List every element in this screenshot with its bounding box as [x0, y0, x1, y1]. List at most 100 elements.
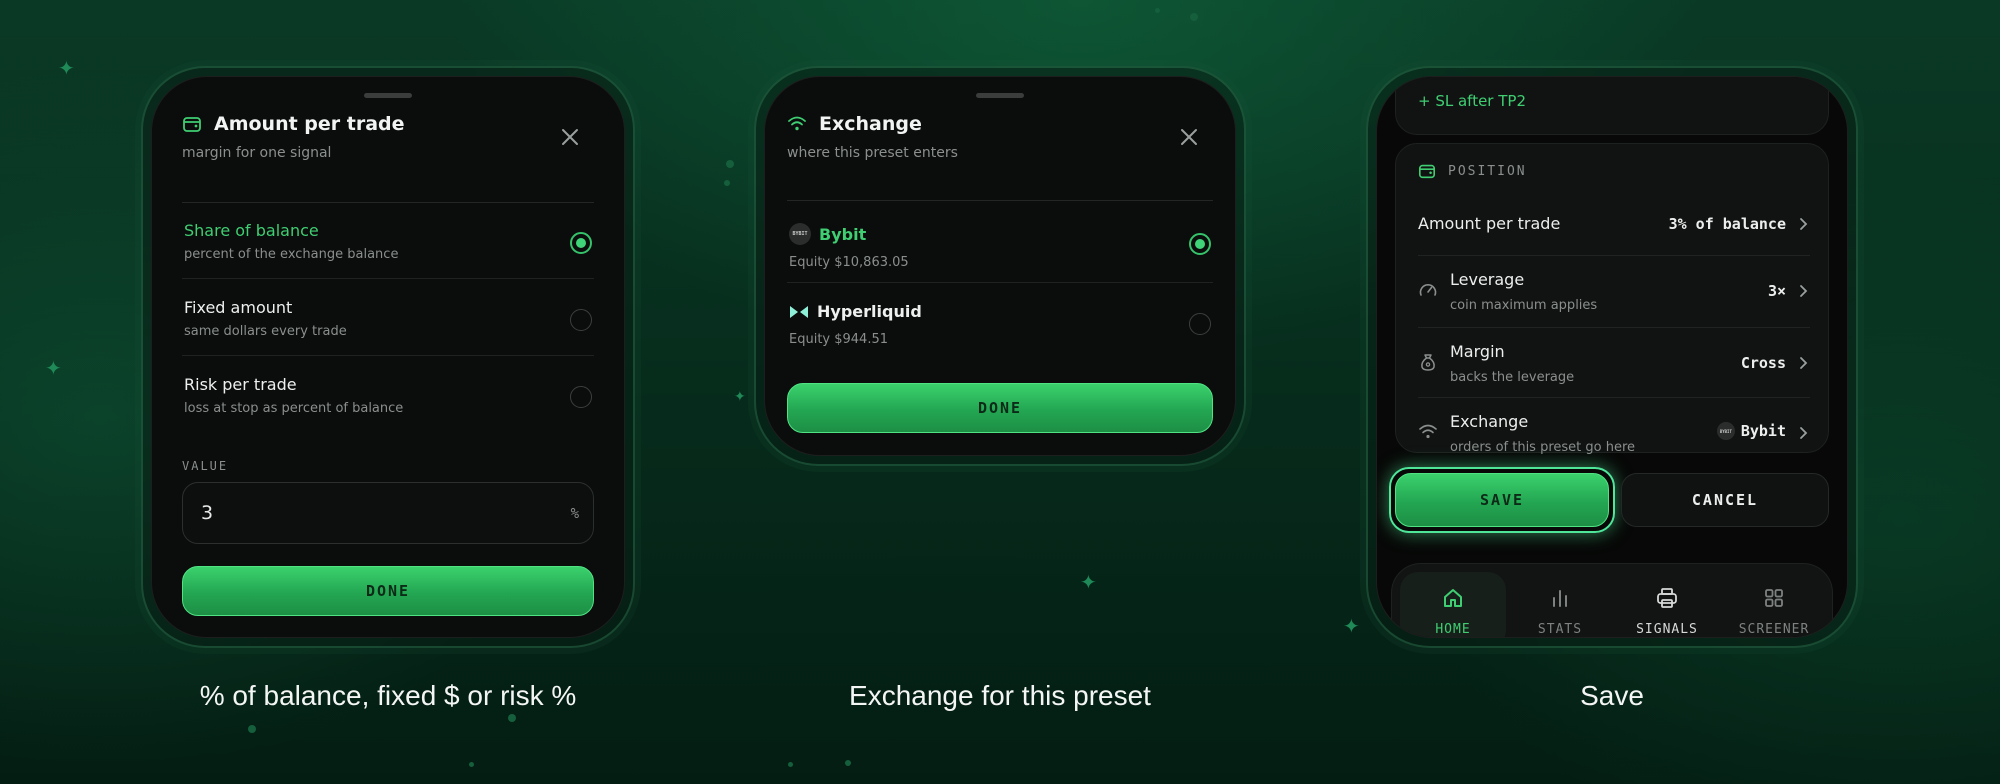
dot-decoration: [1190, 13, 1198, 21]
money-bag-icon: [1421, 354, 1435, 371]
printer-icon: [1657, 588, 1677, 608]
value-input[interactable]: 3 %: [182, 482, 594, 544]
nav-screener[interactable]: SCREENER: [1721, 572, 1827, 637]
option-hyperliquid[interactable]: Hyperliquid Equity $944.51: [787, 284, 1213, 364]
dot-decoration: [724, 180, 730, 186]
cancel-button[interactable]: CANCEL: [1621, 473, 1829, 527]
row-title: Leverage: [1450, 270, 1525, 289]
bottom-sheet: Exchange where this preset enters BYBIT …: [764, 76, 1236, 456]
option-subtitle: percent of the exchange balance: [184, 247, 399, 262]
row-amount-per-trade[interactable]: Amount per trade 3% of balance: [1418, 192, 1810, 256]
sparkle-decoration: ✦: [1343, 614, 1360, 638]
save-button[interactable]: SAVE: [1395, 473, 1609, 527]
exchange-name: Hyperliquid: [817, 302, 922, 321]
close-icon[interactable]: [558, 125, 582, 149]
row-exchange[interactable]: Exchange orders of this preset go here B…: [1418, 398, 1810, 455]
nav-label: STATS: [1537, 622, 1583, 637]
option-subtitle: same dollars every trade: [184, 324, 347, 339]
row-leverage[interactable]: Leverage coin maximum applies 3×: [1418, 256, 1810, 328]
sheet-header: Exchange where this preset enters: [787, 113, 1213, 161]
sheet-drag-handle[interactable]: [364, 93, 412, 98]
card-position: POSITION Amount per trade 3% of balance …: [1395, 143, 1829, 455]
radio-unselected[interactable]: [1189, 313, 1211, 335]
chevron-right-icon: [1800, 357, 1808, 369]
nav-label: HOME: [1435, 622, 1471, 637]
dot-decoration: [1155, 8, 1160, 13]
nav-label: SIGNALS: [1636, 622, 1698, 637]
section-header: POSITION: [1418, 162, 1527, 180]
wifi-icon: [1419, 424, 1437, 439]
sparkle-decoration: ✦: [45, 356, 62, 380]
dot-decoration: [788, 762, 793, 767]
option-title: Fixed amount: [184, 298, 293, 317]
bottom-sheet: Amount per trade margin for one signal S…: [151, 76, 625, 638]
row-value-text: Bybit: [1740, 422, 1786, 440]
sparkle-decoration: ✦: [1080, 570, 1097, 594]
row-title: Exchange: [1450, 412, 1529, 431]
hyperliquid-logo-icon: [790, 305, 808, 318]
row-value: 3×: [1767, 282, 1786, 300]
sheet-header: Amount per trade margin for one signal: [182, 113, 594, 161]
done-button[interactable]: DONE: [182, 566, 594, 616]
close-icon[interactable]: [1177, 125, 1201, 149]
bar-chart-icon: [1553, 590, 1567, 607]
bybit-logo-icon: BYBIT: [1716, 422, 1735, 440]
sheet-drag-handle[interactable]: [976, 93, 1024, 98]
option-share-of-balance[interactable]: Share of balance percent of the exchange…: [182, 203, 594, 279]
phone-preset-save: + SL after TP2 POSITION Amount per trade…: [1366, 66, 1858, 648]
chevron-right-icon: [1800, 285, 1808, 297]
sl-after-tp2-link[interactable]: + SL after TP2: [1418, 92, 1526, 110]
dot-decoration: [508, 714, 516, 722]
nav-home[interactable]: HOME: [1400, 572, 1506, 637]
row-subtitle: orders of this preset go here: [1450, 440, 1636, 455]
row-value: 3% of balance: [1668, 215, 1786, 233]
phone-exchange: Exchange where this preset enters BYBIT …: [754, 66, 1246, 466]
sheet-subtitle: margin for one signal: [182, 145, 332, 161]
radio-selected[interactable]: [1189, 233, 1211, 255]
option-title: BYBIT Bybit: [789, 223, 866, 245]
exchange-name: Bybit: [819, 224, 867, 244]
option-fixed-amount[interactable]: Fixed amount same dollars every trade: [182, 280, 594, 356]
row-value: Cross: [1740, 354, 1786, 372]
option-title: Share of balance: [184, 221, 319, 240]
bottom-navigation: HOME STATS SIGNALS SCREENER: [1391, 563, 1833, 637]
equity-text: Equity $944.51: [789, 332, 888, 347]
sheet-subtitle: where this preset enters: [787, 145, 958, 161]
row-subtitle: backs the leverage: [1450, 370, 1575, 385]
radio-selected[interactable]: [570, 232, 592, 254]
chevron-right-icon: [1800, 218, 1808, 230]
caption-save: Save: [1580, 680, 1644, 711]
sheet-title: Exchange: [819, 113, 922, 135]
option-title: Risk per trade: [184, 375, 297, 394]
sparkle-decoration: ✦: [58, 56, 75, 80]
grid-icon: [1765, 589, 1783, 607]
done-button[interactable]: DONE: [787, 383, 1213, 433]
wifi-icon: [788, 116, 806, 131]
radio-unselected[interactable]: [570, 309, 592, 331]
dot-decoration: [726, 160, 734, 168]
dot-decoration: [845, 760, 851, 766]
row-subtitle: coin maximum applies: [1450, 298, 1598, 313]
sparkle-decoration: ✦: [734, 389, 746, 405]
preset-screen: + SL after TP2 POSITION Amount per trade…: [1376, 76, 1848, 638]
option-subtitle: loss at stop as percent of balance: [184, 401, 404, 416]
chevron-right-icon: [1800, 427, 1808, 439]
radio-unselected[interactable]: [570, 386, 592, 408]
phone-amount-per-trade: Amount per trade margin for one signal S…: [141, 66, 635, 648]
value-label: VALUE: [182, 459, 229, 473]
value-text: 3: [201, 502, 214, 524]
wallet-icon: [1418, 164, 1436, 179]
dot-decoration: [248, 725, 256, 733]
row-value: BYBIT Bybit: [1716, 422, 1786, 440]
home-icon: [1444, 589, 1462, 607]
nav-label: SCREENER: [1738, 622, 1810, 637]
nav-signals[interactable]: SIGNALS: [1614, 572, 1720, 637]
caption-exchange: Exchange for this preset: [849, 680, 1151, 711]
row-title: Margin: [1450, 342, 1505, 361]
nav-stats[interactable]: STATS: [1507, 572, 1613, 637]
option-bybit[interactable]: BYBIT Bybit Equity $10,863.05: [787, 201, 1213, 283]
bybit-logo-icon: BYBIT: [789, 223, 811, 245]
option-risk-per-trade[interactable]: Risk per trade loss at stop as percent o…: [182, 357, 594, 433]
row-margin[interactable]: Margin backs the leverage Cross: [1418, 328, 1810, 398]
dot-decoration: [469, 762, 474, 767]
